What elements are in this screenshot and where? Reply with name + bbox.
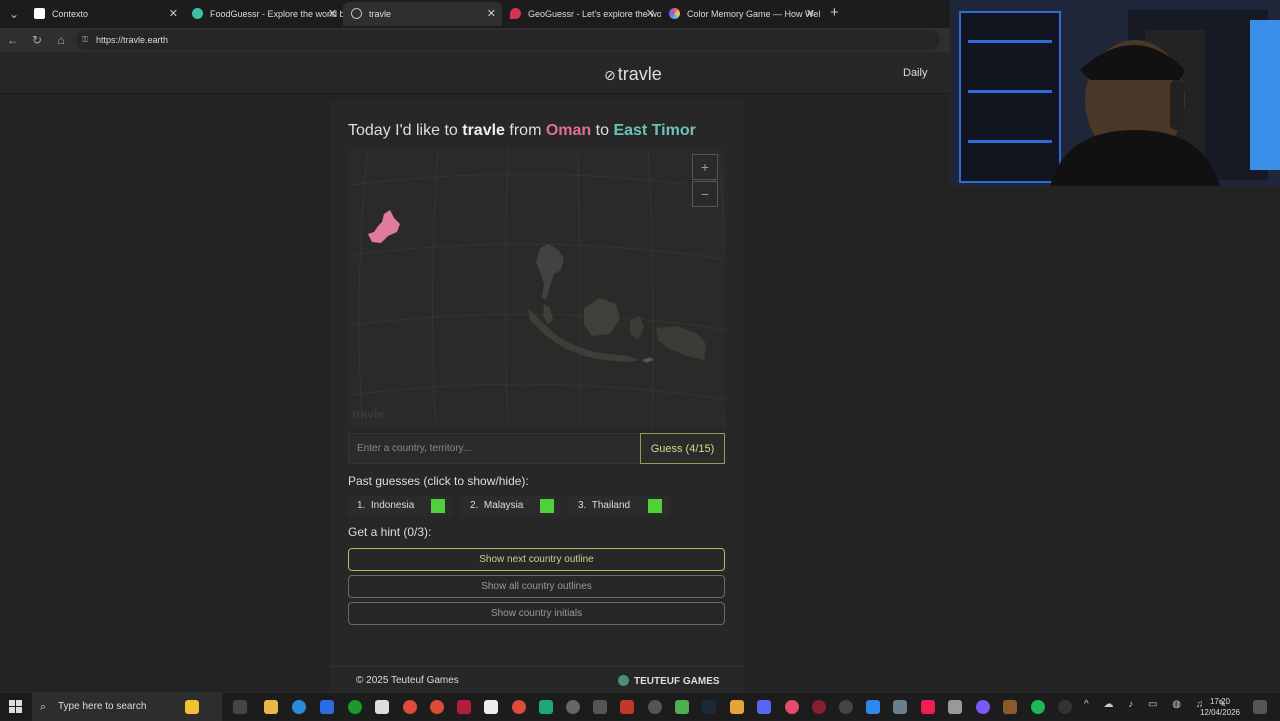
browser-tab-travle[interactable]: travle ✕ xyxy=(343,2,502,26)
zoom-out-button[interactable]: − xyxy=(692,181,718,207)
zoom-in-button[interactable]: + xyxy=(692,154,718,180)
app-pin-icon[interactable] xyxy=(785,700,799,714)
tab-list-chevron-icon[interactable]: ⌄ xyxy=(4,4,24,24)
windows-taskbar: ⌕ Type here to search ^ ☁ ♪ ▭ ◍ ♫ ✎ 17:2… xyxy=(0,692,1280,721)
app-purple-icon[interactable] xyxy=(976,700,990,714)
map-canvas xyxy=(348,148,725,428)
browser-tab-foodguessr[interactable]: FoodGuessr - Explore the world b ✕ xyxy=(184,2,343,26)
app-red-icon[interactable] xyxy=(620,700,634,714)
close-tab-icon[interactable]: ✕ xyxy=(646,2,655,26)
site-header: ⊘ travle Daily xyxy=(0,52,950,94)
browser-tab-geoguessr[interactable]: GeoGuessr - Let's explore the wo ✕ xyxy=(502,2,661,26)
app-gray-icon[interactable] xyxy=(593,700,607,714)
past-guess-item[interactable]: 2. Malaysia xyxy=(461,496,561,516)
app-slate-icon[interactable] xyxy=(893,700,907,714)
notifications-icon[interactable] xyxy=(1253,700,1267,714)
game-map[interactable] xyxy=(348,148,725,428)
store-icon[interactable] xyxy=(375,700,389,714)
nav-daily-link[interactable]: Daily xyxy=(903,67,927,79)
past-guess-item[interactable]: 1. Indonesia xyxy=(348,496,452,516)
oman-shape xyxy=(368,210,400,243)
browser-tab-strip: ⌄ Contexto ✕ FoodGuessr - Explore the wo… xyxy=(0,0,950,28)
app-blue-icon[interactable] xyxy=(866,700,880,714)
reload-icon[interactable]: ↻ xyxy=(28,31,46,49)
address-bar[interactable]: ⚿ https://travle.earth xyxy=(76,30,940,50)
malaysia-shape xyxy=(543,304,553,324)
app-a-icon[interactable] xyxy=(457,700,471,714)
browser-tab-color-memory[interactable]: Color Memory Game — How Well ✕ xyxy=(661,2,821,26)
compass-icon: ⊘ xyxy=(604,67,616,83)
back-arrow-icon[interactable]: ← xyxy=(4,31,22,49)
sulawesi-papua-shape xyxy=(630,316,706,360)
close-tab-icon[interactable]: ✕ xyxy=(806,2,815,26)
thailand-shape xyxy=(536,244,564,300)
minecraft-icon[interactable] xyxy=(675,700,689,714)
hint-next-outline-button[interactable]: Show next country outline xyxy=(348,548,725,571)
map-watermark: travle xyxy=(352,407,385,421)
browser-tab-contexto[interactable]: Contexto ✕ xyxy=(26,2,184,26)
app-brown-icon[interactable] xyxy=(1003,700,1017,714)
app-g-icon[interactable] xyxy=(1058,700,1072,714)
spotify-icon[interactable] xyxy=(1031,700,1045,714)
edge-browser-icon[interactable] xyxy=(292,700,306,714)
mail-icon[interactable] xyxy=(320,700,334,714)
travle-logo[interactable]: ⊘ travle xyxy=(604,64,662,85)
app-circle-icon[interactable] xyxy=(812,700,826,714)
app-green-icon[interactable] xyxy=(539,700,553,714)
home-icon[interactable]: ⌂ xyxy=(52,31,70,49)
close-tab-icon[interactable]: ✕ xyxy=(328,2,337,26)
steam-icon[interactable] xyxy=(702,700,716,714)
correct-status-square xyxy=(431,499,445,513)
hint-initials-button[interactable]: Show country initials xyxy=(348,602,725,625)
copilot-sparkle-icon[interactable] xyxy=(185,700,199,714)
teuteuf-logo-icon xyxy=(618,675,629,686)
hint-all-outlines-button[interactable]: Show all country outlines xyxy=(348,575,725,598)
hint-label: Get a hint (0/3): xyxy=(348,525,432,539)
studio-link[interactable]: TEUTEUF GAMES xyxy=(618,675,720,687)
windows-start-icon[interactable] xyxy=(9,700,22,713)
color-wheel-favicon-icon xyxy=(669,8,680,19)
chrome-alt-icon[interactable] xyxy=(512,700,526,714)
map-pin-favicon-icon xyxy=(510,8,521,19)
notes-icon[interactable] xyxy=(484,700,498,714)
past-guesses-label: Past guesses (click to show/hide): xyxy=(348,474,529,488)
taskbar-clock[interactable]: 17:20 12/04/2026 xyxy=(1198,696,1242,718)
webcam-overlay xyxy=(950,0,1280,186)
chrome-profile-icon[interactable] xyxy=(430,700,444,714)
compass-favicon-icon xyxy=(351,8,362,19)
close-tab-icon[interactable]: ✕ xyxy=(169,2,178,26)
app-orange-icon[interactable] xyxy=(730,700,744,714)
app-tools-icon[interactable] xyxy=(948,700,962,714)
obs-icon[interactable] xyxy=(566,700,580,714)
file-explorer-icon[interactable] xyxy=(264,700,278,714)
correct-status-square xyxy=(540,499,554,513)
webcam-feed xyxy=(950,0,1280,186)
graticule xyxy=(348,148,725,428)
page-title: Today I'd like to travle from Oman to Ea… xyxy=(348,122,696,139)
search-icon: ⌕ xyxy=(40,701,47,713)
from-country: Oman xyxy=(545,122,592,139)
chrome-icon[interactable] xyxy=(403,700,417,714)
country-search-input[interactable] xyxy=(348,433,640,464)
new-tab-icon[interactable]: + xyxy=(830,4,839,22)
app-4k-icon[interactable] xyxy=(648,700,662,714)
app-ring-icon[interactable] xyxy=(839,700,853,714)
correct-status-square xyxy=(648,499,662,513)
task-view-icon[interactable] xyxy=(233,700,247,714)
close-tab-icon[interactable]: ✕ xyxy=(487,2,496,26)
guess-button[interactable]: Guess (4/15) xyxy=(640,433,725,464)
copyright-text: © 2025 Teuteuf Games xyxy=(356,675,459,686)
east-timor-shape xyxy=(642,357,654,363)
site-info-icon: ⚿ xyxy=(82,35,89,44)
xbox-icon[interactable] xyxy=(348,700,362,714)
page-icon xyxy=(34,8,45,19)
foodguessr-favicon-icon xyxy=(192,8,203,19)
past-guess-item[interactable]: 3. Thailand xyxy=(569,496,669,516)
app-v-icon[interactable] xyxy=(757,700,771,714)
indonesia-borneo-shape xyxy=(584,298,620,336)
to-country: East Timor xyxy=(613,122,696,139)
tiktok-icon[interactable] xyxy=(921,700,935,714)
browser-toolbar: ← ↻ ⌂ ⚿ https://travle.earth xyxy=(0,28,950,52)
